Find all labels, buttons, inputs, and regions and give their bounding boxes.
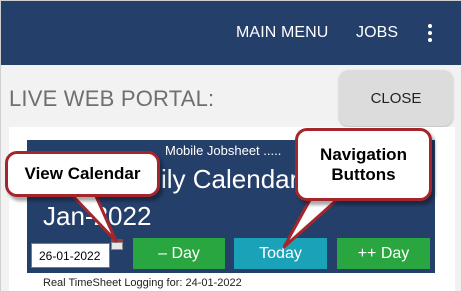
calendar-icon[interactable] — [111, 239, 123, 250]
today-button[interactable]: Today — [234, 238, 327, 269]
view-calendar-callout: View Calendar — [5, 151, 160, 197]
panel-title: ily Calendar: — [161, 164, 306, 194]
close-button[interactable]: CLOSE — [339, 70, 453, 126]
calendar-icon-body — [111, 242, 123, 250]
date-field[interactable]: 26-01-2022 — [31, 243, 110, 268]
portal-title: LIVE WEB PORTAL: — [9, 86, 215, 111]
screenshot-frame: MAIN MENU JOBS LIVE WEB PORTAL: CLOSE Mo… — [0, 0, 462, 292]
next-day-button[interactable]: ++ Day — [337, 238, 430, 269]
panel-subtitle: Mobile Jobsheet ..... — [165, 143, 282, 158]
previous-day-button[interactable]: – Day — [133, 238, 225, 269]
jobs-button[interactable]: JOBS — [356, 24, 398, 42]
timesheet-footer: Real TimeSheet Logging for: 24-01-2022 — [43, 277, 242, 289]
main-menu-button[interactable]: MAIN MENU — [236, 24, 328, 42]
navigation-buttons-callout: Navigation Buttons — [295, 128, 432, 201]
panel-month: Jan-2022 — [43, 201, 152, 231]
kebab-menu-icon[interactable] — [426, 24, 434, 44]
app-bar: MAIN MENU JOBS — [1, 1, 461, 65]
